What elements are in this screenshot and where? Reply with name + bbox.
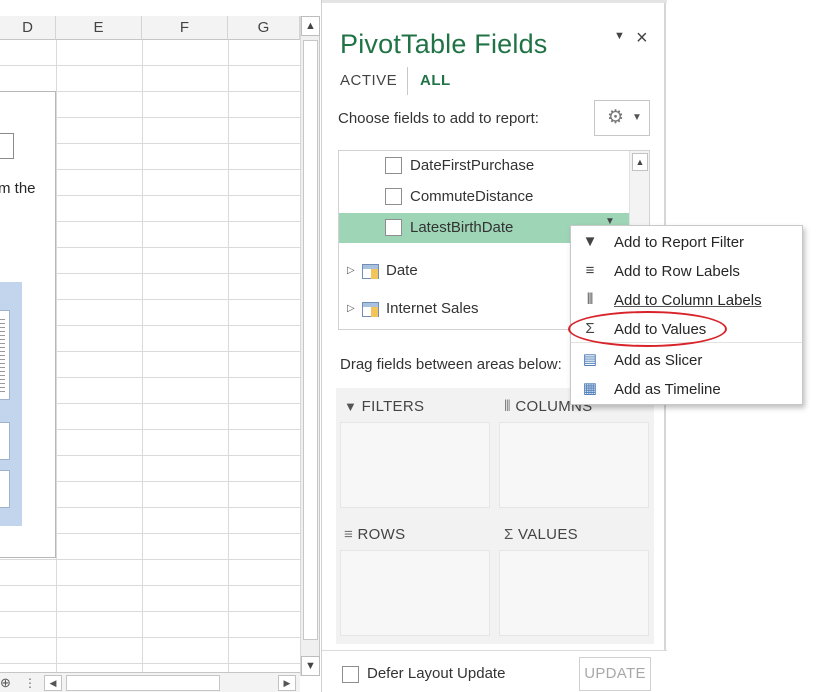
placeholder-preview-lines: [0, 319, 5, 393]
values-area-header: Σ VALUES: [504, 526, 578, 543]
choose-fields-label: Choose fields to add to report:: [338, 110, 539, 127]
sigma-icon: Σ: [504, 526, 514, 543]
vertical-scrollbar-thumb[interactable]: [303, 40, 318, 640]
menu-item-label: Add as Slicer: [614, 352, 703, 369]
worksheet-area[interactable]: D E F G m the ⊕ ⋮ ◀ ▶: [0, 0, 300, 692]
scroll-up-button[interactable]: ▲: [301, 16, 320, 36]
pane-footer: Defer Layout Update UPDATE: [322, 650, 667, 692]
tab-splitter-handle[interactable]: ⋮: [24, 676, 36, 690]
columns-icon: ⦀: [504, 398, 511, 415]
grid-line: [0, 663, 300, 664]
field-checkbox[interactable]: [385, 157, 402, 174]
rows-area-header: ≡ ROWS: [344, 526, 405, 543]
rows-icon: ≡: [585, 262, 595, 279]
column-header-e[interactable]: E: [56, 16, 142, 40]
tab-divider: [407, 67, 408, 95]
values-area-label: VALUES: [518, 526, 578, 543]
menu-item-add-as-timeline[interactable]: ▦ Add as Timeline: [571, 375, 802, 404]
field-context-menu: ▼ Add to Report Filter ≡ Add to Row Labe…: [570, 225, 803, 405]
tools-button[interactable]: ⚙ ▼: [594, 100, 650, 136]
rows-icon: ≡: [344, 526, 354, 543]
column-header-g[interactable]: G: [228, 16, 300, 40]
field-item-datefirstpurchase[interactable]: DateFirstPurchase: [339, 151, 629, 181]
filter-icon: ▼: [582, 233, 598, 250]
grid-line: [56, 40, 57, 672]
defer-layout-checkbox[interactable]: [342, 666, 359, 683]
placeholder-preview-box: [0, 422, 10, 460]
table-label: Internet Sales: [386, 300, 479, 317]
scroll-down-button[interactable]: ▼: [301, 656, 320, 676]
chevron-down-icon: ▼: [632, 112, 642, 123]
menu-item-add-to-report-filter[interactable]: ▼ Add to Report Filter: [571, 228, 802, 257]
menu-item-label: Add to Row Labels: [614, 263, 740, 280]
rows-drop-zone[interactable]: [340, 550, 490, 636]
sheet-tab-bar: ⊕ ⋮ ◀ ▶: [0, 672, 300, 692]
gear-icon: ⚙: [607, 107, 625, 128]
filter-icon: ▼: [344, 399, 358, 414]
expand-triangle-icon[interactable]: ▷: [347, 303, 355, 314]
field-list-scroll-up-button[interactable]: ▲: [632, 153, 648, 171]
grid-line: [0, 611, 300, 612]
grid-line: [142, 40, 143, 672]
column-header-f[interactable]: F: [142, 16, 228, 40]
menu-item-label: Add to Values: [614, 321, 707, 338]
field-item-commutedistance[interactable]: CommuteDistance: [339, 182, 629, 212]
vertical-scrollbar[interactable]: ▲ ▼: [300, 16, 320, 676]
pivottable-placeholder[interactable]: m the: [0, 91, 56, 558]
grid-line: [228, 40, 229, 672]
close-icon[interactable]: ×: [636, 28, 648, 48]
hscroll-right-button[interactable]: ▶: [278, 675, 296, 691]
pane-options-chevron-icon[interactable]: ▼: [614, 30, 625, 42]
table-label: Date: [386, 262, 418, 279]
menu-item-label: Add as Timeline: [614, 381, 721, 398]
drag-fields-label: Drag fields between areas below:: [340, 356, 562, 373]
sheet-top-strip: [0, 0, 300, 16]
menu-separator: [571, 342, 802, 343]
column-header-d[interactable]: D: [0, 16, 56, 40]
filters-area-label: FILTERS: [361, 398, 425, 415]
grid-line: [0, 637, 300, 638]
sigma-icon: Σ: [585, 320, 595, 337]
pane-top-border: [322, 0, 667, 3]
columns-drop-zone[interactable]: [499, 422, 649, 508]
expand-triangle-icon[interactable]: ▷: [347, 265, 355, 276]
tab-all[interactable]: ALL: [420, 72, 451, 89]
menu-item-add-to-values[interactable]: Σ Add to Values: [571, 315, 802, 344]
field-label: DateFirstPurchase: [410, 157, 535, 174]
menu-item-add-as-slicer[interactable]: ▤ Add as Slicer: [571, 346, 802, 375]
placeholder-text: m the: [0, 180, 36, 197]
placeholder-layout-preview: [0, 282, 22, 526]
table-icon: [362, 264, 379, 279]
update-button[interactable]: UPDATE: [579, 657, 651, 691]
grid-line: [0, 559, 300, 560]
rows-area-label: ROWS: [357, 526, 406, 543]
placeholder-preview-box: [0, 310, 10, 400]
columns-icon: ⦀: [586, 291, 594, 308]
placeholder-preview-box: [0, 470, 10, 508]
filters-drop-zone[interactable]: [340, 422, 490, 508]
field-label: LatestBirthDate: [410, 219, 514, 236]
slicer-icon: ▤: [582, 351, 598, 368]
pane-title: PivotTable Fields: [340, 29, 548, 59]
filters-area-header: ▼ FILTERS: [344, 398, 424, 415]
timeline-icon: ▦: [582, 380, 598, 397]
tab-active[interactable]: ACTIVE: [340, 72, 397, 89]
field-checkbox[interactable]: [385, 219, 402, 236]
field-label: CommuteDistance: [410, 188, 534, 205]
menu-item-add-to-column-labels[interactable]: ⦀ Add to Column Labels: [571, 286, 802, 315]
table-icon: [362, 302, 379, 317]
values-drop-zone[interactable]: [499, 550, 649, 636]
placeholder-checkbox-shape: [0, 133, 14, 159]
grid-line: [0, 585, 300, 586]
menu-item-add-to-row-labels[interactable]: ≡ Add to Row Labels: [571, 257, 802, 286]
grid-line: [0, 65, 300, 66]
hscroll-left-button[interactable]: ◀: [44, 675, 62, 691]
field-checkbox[interactable]: [385, 188, 402, 205]
horizontal-scrollbar-thumb[interactable]: [66, 675, 220, 691]
defer-layout-label[interactable]: Defer Layout Update: [367, 665, 505, 682]
menu-item-label: Add to Column Labels: [614, 292, 762, 309]
menu-item-label: Add to Report Filter: [614, 234, 745, 251]
add-sheet-icon[interactable]: ⊕: [0, 676, 16, 690]
